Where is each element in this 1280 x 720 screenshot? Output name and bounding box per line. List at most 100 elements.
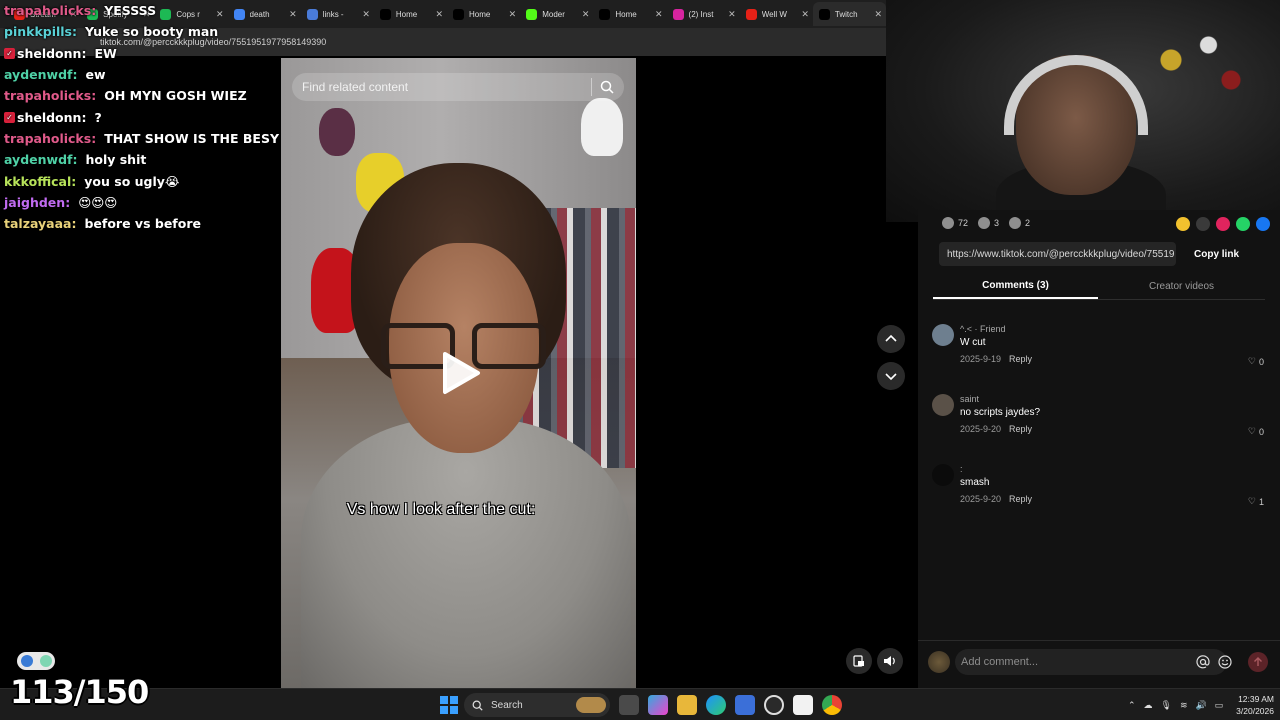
close-icon[interactable]: ✕: [655, 9, 663, 20]
browser-tab-title: Twitch: [834, 9, 858, 19]
search-placeholder[interactable]: Find related content: [302, 80, 591, 94]
chevron-up-icon: [885, 334, 897, 342]
chat-username: talzayaaa: [4, 216, 72, 232]
comment-like-button[interactable]: ♡ 0: [1248, 356, 1264, 367]
windows-start-icon[interactable]: [440, 696, 458, 714]
browser-tab[interactable]: Home ✕: [374, 2, 447, 26]
previous-video-button[interactable]: [877, 325, 905, 353]
reply-button[interactable]: Reply: [1009, 494, 1032, 504]
commenter-avatar[interactable]: [932, 394, 954, 416]
mention-icon[interactable]: [1196, 655, 1210, 669]
video-link-field[interactable]: https://www.tiktok.com/@percckkkplug/vid…: [939, 242, 1176, 266]
bookmark-action[interactable]: 2: [1009, 217, 1030, 229]
copilot-icon[interactable]: [648, 695, 668, 715]
taskbar-search[interactable]: Search: [464, 693, 610, 717]
chat-message: aydenwdf: holy shit: [4, 149, 284, 170]
network-icon[interactable]: ≋: [1180, 700, 1188, 711]
purple-plush-toy: [319, 108, 355, 156]
close-icon[interactable]: ✕: [435, 9, 443, 20]
chat-username: aydenwdf: [4, 152, 73, 168]
emoji-icon[interactable]: [1218, 655, 1232, 669]
commenter-name[interactable]: ^.< · Friend: [960, 324, 1006, 334]
browser-tab[interactable]: Twitch ✕: [812, 2, 887, 26]
onedrive-icon[interactable]: ☁: [1144, 700, 1153, 711]
commenter-avatar[interactable]: [932, 464, 954, 486]
battery-icon[interactable]: ▭: [1215, 700, 1224, 711]
browser-tab-title: links -: [322, 9, 344, 19]
app-icon[interactable]: [793, 695, 813, 715]
chat-message: talzayaaa: before vs before: [4, 213, 284, 234]
close-icon[interactable]: ✕: [728, 9, 736, 20]
commenter-name[interactable]: saint: [960, 394, 979, 404]
chat-separator: :: [81, 45, 87, 61]
obs-icon[interactable]: [764, 695, 784, 715]
share-option-icon[interactable]: [1196, 217, 1210, 231]
bookmark-icon: [1009, 217, 1022, 229]
action-count: 72: [958, 218, 969, 228]
chat-separator: :: [91, 3, 97, 19]
webcam-background-toys: [1126, 20, 1276, 120]
tab-creator-videos[interactable]: Creator videos: [1098, 274, 1265, 299]
play-icon[interactable]: [441, 351, 481, 395]
tab-comments[interactable]: Comments (3): [933, 274, 1098, 299]
comment-like-button[interactable]: ♡ 1: [1248, 496, 1264, 507]
browser-tab[interactable]: Home ✕: [593, 2, 666, 26]
reply-button[interactable]: Reply: [1009, 354, 1032, 364]
next-video-button[interactable]: [877, 362, 905, 390]
browser-tab[interactable]: Well W ✕: [740, 2, 813, 26]
heart-icon: ♡: [1247, 496, 1256, 506]
share-option-icon[interactable]: [1216, 217, 1230, 231]
screen: Stream ✕ Spotify ✕ Cops r ✕ death ✕ links - ✕ Home…: [0, 0, 1280, 720]
close-icon[interactable]: ✕: [875, 9, 883, 20]
chrome-icon[interactable]: [822, 695, 842, 715]
copy-link-button[interactable]: Copy link: [1194, 242, 1239, 266]
x-icon: [599, 8, 611, 20]
pip-button[interactable]: [846, 648, 872, 674]
action-count: 2: [1025, 218, 1031, 228]
commenter-name[interactable]: :: [960, 464, 963, 474]
commenter-avatar[interactable]: [932, 324, 954, 346]
speaker-icon: [884, 656, 895, 666]
comment-action[interactable]: 3: [978, 217, 999, 229]
browser-tab[interactable]: Home ✕: [447, 2, 520, 26]
share-option-icon[interactable]: [1236, 217, 1250, 231]
file-explorer-icon[interactable]: [677, 695, 697, 715]
reply-button[interactable]: Reply: [1009, 424, 1032, 434]
store-icon[interactable]: [735, 695, 755, 715]
moderator-badge-icon: ✓: [4, 111, 15, 123]
close-icon[interactable]: ✕: [801, 9, 809, 20]
video-caption: Vs how I look after the cut:: [346, 501, 536, 518]
find-related-search[interactable]: Find related content: [292, 73, 624, 101]
post-comment-button[interactable]: [1248, 652, 1268, 672]
taskbar-clock[interactable]: 12:39 AM 3/20/2026: [1228, 693, 1274, 717]
search-icon[interactable]: [600, 80, 614, 94]
close-icon[interactable]: ✕: [582, 9, 590, 20]
chat-separator: :: [91, 88, 97, 104]
chat-username: trapaholicks: [4, 3, 92, 19]
browser-tab[interactable]: (2) Inst ✕: [667, 2, 740, 26]
chat-text: THAT SHOW IS THE BESY: [104, 130, 279, 146]
video-player[interactable]: Find related content Vs how I look after…: [281, 58, 636, 688]
comment-like-button[interactable]: ♡ 0: [1248, 426, 1264, 437]
close-icon[interactable]: ✕: [289, 9, 297, 20]
chat-message: kkkoffical: you so ugly😭: [4, 170, 284, 191]
widget-icon-blue: [20, 655, 33, 667]
edge-icon[interactable]: [706, 695, 726, 715]
heart-action[interactable]: 72: [942, 217, 968, 229]
share-option-icon[interactable]: [1256, 217, 1270, 231]
close-icon[interactable]: ✕: [509, 9, 517, 20]
comment-input[interactable]: Add comment...: [955, 649, 1227, 675]
close-icon[interactable]: ✕: [362, 9, 370, 20]
share-option-icon[interactable]: [1176, 217, 1190, 231]
volume-icon[interactable]: 🔊: [1196, 700, 1207, 711]
chevron-up-icon[interactable]: ⌃: [1128, 700, 1136, 711]
chat-username: kkkoffical: [4, 173, 72, 189]
volume-button[interactable]: [877, 648, 903, 674]
task-view-icon[interactable]: [619, 695, 639, 715]
microphone-icon[interactable]: 🎙: [1161, 700, 1172, 711]
comment-date: 2025-9-19: [960, 354, 1002, 364]
search-divider: [591, 78, 592, 96]
browser-tab[interactable]: links - ✕: [301, 2, 374, 26]
chat-message: pinkkpills: Yuke so booty man: [4, 21, 284, 42]
browser-tab[interactable]: Moder ✕: [520, 2, 593, 26]
